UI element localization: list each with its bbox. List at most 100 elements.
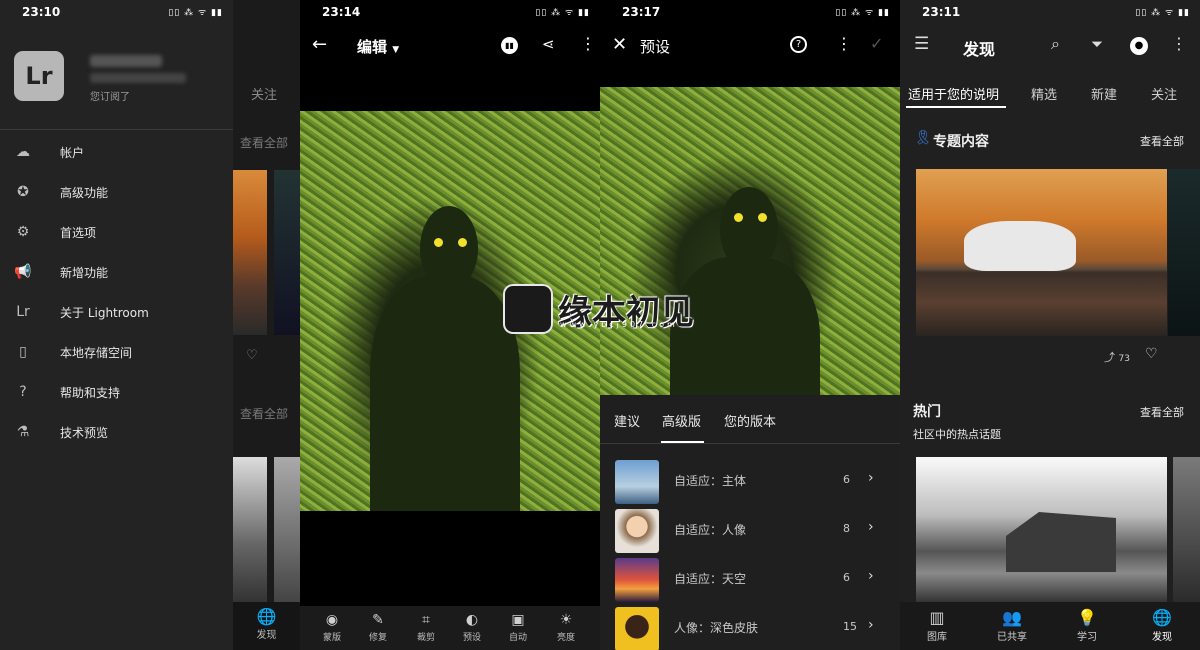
- email-blurred: [90, 73, 186, 83]
- thumb-bw[interactable]: [274, 457, 300, 602]
- thumb-dark[interactable]: [274, 170, 300, 335]
- tab-suggestions[interactable]: 建议: [614, 411, 640, 430]
- preset-row[interactable]: 自适应：人像 8 ›: [600, 506, 900, 554]
- page-title: 发现: [963, 40, 996, 59]
- menu-item[interactable]: ⚗ 技术预览: [0, 411, 233, 451]
- panel-menu: 关注 查看全部 ♡ 查看全部 🌐 发现 23:10 ▯▯ ⁂ ᯤ ▮▮ Lr 您订…: [0, 0, 300, 650]
- section-hot: 热门: [913, 404, 941, 420]
- thumb-orange[interactable]: [233, 170, 267, 335]
- presets-icon: ◐: [465, 612, 479, 628]
- preset-thumb: [615, 460, 659, 504]
- tool-button[interactable]: ◐ 预设: [450, 606, 494, 650]
- preset-thumb: [615, 607, 659, 650]
- tab-new[interactable]: 新建: [1091, 84, 1117, 103]
- more-icon[interactable]: ⋮: [1171, 34, 1187, 53]
- menu-item[interactable]: ? 帮助和支持: [0, 371, 233, 411]
- nav-discover[interactable]: 🌐 发现: [233, 602, 300, 650]
- help-icon: ?: [19, 384, 27, 400]
- thumb-barn[interactable]: [233, 457, 267, 602]
- menu-item[interactable]: Lr 关于 Lightroom: [0, 291, 233, 331]
- status-bar: 23:17 ▯▯ ⁂ ᯤ ▮▮: [600, 0, 900, 24]
- tab-your-presets[interactable]: 您的版本: [724, 411, 776, 430]
- nav-item[interactable]: 💡 学习: [1052, 602, 1122, 650]
- tool-label: 修复: [368, 633, 387, 643]
- tool-label: 预设: [462, 633, 481, 643]
- see-all-link-2[interactable]: 查看全部: [240, 405, 288, 422]
- avatar[interactable]: ●: [1130, 37, 1148, 55]
- share-count[interactable]: ⤴ 73: [1104, 349, 1130, 365]
- search-icon[interactable]: ⌕: [1051, 34, 1060, 54]
- bottom-nav: ▥ 图库 👥 已共享 💡 学习 🌐 发现: [900, 602, 1200, 650]
- preset-count: 6: [843, 473, 850, 486]
- ribbon-icon: 🎗: [914, 130, 932, 146]
- menu-item[interactable]: ✪ 高级功能: [0, 171, 233, 211]
- menu-item-label: 首选项: [60, 226, 97, 240]
- featured-image[interactable]: [916, 169, 1167, 336]
- tool-button[interactable]: ▣ 自动: [496, 606, 540, 650]
- more-icon[interactable]: ⋮: [580, 34, 596, 53]
- tab-featured[interactable]: 精选: [1031, 84, 1057, 103]
- preset-label: 自适应：天空: [674, 572, 747, 586]
- tool-button[interactable]: ☀ 亮度: [544, 606, 588, 650]
- tool-button[interactable]: ✎ 修复: [356, 606, 400, 650]
- tab-for-you[interactable]: 适用于您的说明: [908, 84, 999, 103]
- nav-item[interactable]: 🌐 发现: [1127, 602, 1197, 650]
- photo-canvas[interactable]: [300, 111, 600, 511]
- hot-image[interactable]: [916, 457, 1167, 602]
- menu-item-label: 新增功能: [60, 266, 109, 280]
- filter-icon[interactable]: ⏷: [1091, 35, 1103, 53]
- divider: [600, 443, 900, 444]
- tool-button[interactable]: ⌗ 裁剪: [404, 606, 448, 650]
- tool-label: 裁剪: [416, 633, 435, 643]
- see-all-featured[interactable]: 查看全部: [1140, 133, 1184, 149]
- chevron-right-icon: ›: [868, 519, 874, 535]
- help-icon[interactable]: ?: [790, 36, 807, 53]
- cloud-icon: ☁: [16, 144, 30, 160]
- auto-icon: ▣: [511, 612, 525, 628]
- back-arrow-icon[interactable]: ←: [312, 34, 327, 55]
- next-hot-thumb[interactable]: [1173, 457, 1200, 602]
- see-all-hot[interactable]: 查看全部: [1140, 404, 1184, 420]
- menu-item[interactable]: ⚙ 首选项: [0, 211, 233, 251]
- hot-subtitle: 社区中的热点话题: [913, 428, 1001, 441]
- tab-follow[interactable]: 关注: [1151, 84, 1177, 103]
- shared-icon: 👥: [1002, 608, 1022, 627]
- page-title[interactable]: 编辑 ▼: [357, 36, 399, 57]
- preset-thumb: [615, 509, 659, 553]
- more-icon[interactable]: ⋮: [836, 34, 852, 53]
- compare-icon[interactable]: ▮▮: [501, 37, 518, 54]
- tab-premium[interactable]: 高级版: [662, 411, 701, 430]
- menu-item-label: 关于 Lightroom: [60, 306, 149, 320]
- tool-button[interactable]: ◉ 蒙版: [310, 606, 354, 650]
- see-all-link[interactable]: 查看全部: [240, 134, 288, 151]
- username-blurred: [90, 55, 162, 67]
- heart-icon[interactable]: ♡: [246, 348, 258, 363]
- menu-item[interactable]: ▯ 本地存储空间: [0, 331, 233, 371]
- nav-label: 已共享: [997, 632, 1027, 643]
- preset-row[interactable]: 自适应：天空 6 ›: [600, 555, 900, 603]
- menu-item[interactable]: 📢 新增功能: [0, 251, 233, 291]
- preset-row[interactable]: 自适应：主体 6 ›: [600, 457, 900, 505]
- share-icon[interactable]: ⋖: [542, 35, 555, 53]
- status-bar: 23:10 ▯▯ ⁂ ᯤ ▮▮: [0, 0, 233, 24]
- preset-count: 15: [843, 620, 857, 633]
- nav-item[interactable]: 👥 已共享: [977, 602, 1047, 650]
- menu-icon[interactable]: ☰: [914, 34, 929, 54]
- heart-icon[interactable]: ♡: [1145, 346, 1158, 362]
- clock: 23:17: [622, 5, 661, 19]
- section-featured: 专题内容: [933, 134, 989, 150]
- menu-item[interactable]: ☁ 帐户: [0, 131, 233, 171]
- flower: [434, 238, 443, 247]
- star-circle-icon: ✪: [17, 184, 29, 200]
- next-featured-thumb[interactable]: [1168, 169, 1200, 336]
- preset-row[interactable]: 人像：深色皮肤 15 ›: [600, 604, 900, 650]
- megaphone-icon: 📢: [14, 264, 32, 280]
- check-icon[interactable]: ✓: [870, 34, 883, 53]
- tab-follow[interactable]: 关注: [251, 84, 277, 103]
- nav-item[interactable]: ▥ 图库: [902, 602, 972, 650]
- globe-icon: 🌐: [256, 607, 277, 626]
- chevron-right-icon: ›: [868, 470, 874, 486]
- subscription-status: 您订阅了: [90, 92, 130, 103]
- close-icon[interactable]: ✕: [612, 34, 627, 55]
- photo-canvas[interactable]: [600, 87, 900, 395]
